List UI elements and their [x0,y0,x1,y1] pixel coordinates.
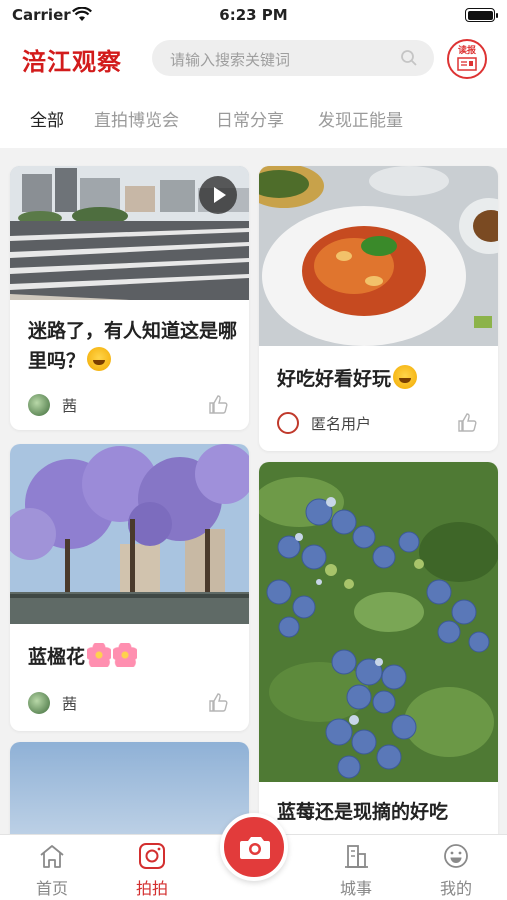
card-title: 好吃好看好玩 [277,364,418,394]
jacaranda-photo [10,444,249,624]
tab-home[interactable]: 首页 [12,843,92,899]
avatar [28,692,50,714]
feed-card[interactable] [10,742,249,834]
feed-grid: 迷路了，有人知道这是哪里吗？ 茜 蓝楹花 茜 好吃好看好玩 匿名用户 蓝莓还是现… [0,148,507,834]
camera-icon [240,837,270,859]
author-name: 茜 [62,396,78,415]
anonymous-avatar [277,412,299,434]
thumbs-up-icon[interactable] [456,412,478,434]
search-icon [401,50,417,66]
play-icon[interactable] [199,176,237,214]
status-bar: Carrier 6:23 PM [0,0,507,30]
search-placeholder: 请输入搜索关键词 [170,51,291,69]
author: 茜 [28,692,77,714]
card-title: 蓝莓还是现摘的好吃 [277,801,449,823]
camera-capture-button[interactable] [220,813,288,881]
app-logo: 涪江观察 [22,47,122,76]
battery-icon [465,8,498,22]
author-name: 茜 [62,694,78,713]
sky-photo [10,742,249,834]
card-title: 蓝楹花 [28,642,138,672]
building-icon [345,845,368,868]
grin-emoji-icon [87,347,112,371]
card-title: 迷路了，有人知道这是哪里吗？ [28,320,238,372]
feed-card[interactable]: 蓝楹花 茜 [10,444,249,731]
thumbs-up-icon[interactable] [207,692,229,714]
feed-card[interactable]: 迷路了，有人知道这是哪里吗？ 茜 [10,166,249,430]
tab-expo[interactable]: 直拍博览会 [94,106,179,131]
tab-me-label: 我的 [439,879,472,898]
top-bar: 涪江观察 请输入搜索关键词 读报 [0,30,507,86]
clock: 6:23 PM [219,6,288,24]
tab-daily[interactable]: 日常分享 [216,106,284,131]
instagram-camera-icon [139,843,165,869]
bottom-tab-bar: 首页 拍拍 城事 我的 [0,813,507,900]
food-photo [259,166,498,346]
tab-city-label: 城事 [339,879,372,898]
author: 茜 [28,394,77,416]
smiley-profile-icon [444,844,468,868]
home-icon [40,845,64,868]
thumbs-up-icon[interactable] [207,394,229,416]
read-paper-label: 读报 [457,46,476,56]
tab-paipai[interactable]: 拍拍 [112,843,192,899]
flower-emoji-icon [113,643,138,667]
read-paper-button[interactable]: 读报 [447,39,487,79]
tab-me[interactable]: 我的 [416,843,496,899]
tab-positive[interactable]: 发现正能量 [318,106,403,131]
feed-card[interactable]: 蓝莓还是现摘的好吃 [259,462,498,834]
feed-card[interactable]: 好吃好看好玩 匿名用户 [259,166,498,451]
tab-home-label: 首页 [35,879,68,898]
category-tabs: 全部 直拍博览会 日常分享 发现正能量 [0,86,507,148]
flower-emoji-icon [87,643,112,667]
tab-paipai-label: 拍拍 [135,879,168,898]
author: 匿名用户 [277,412,371,434]
grin-emoji-icon [393,365,418,389]
tab-city[interactable]: 城事 [316,843,396,899]
tab-all[interactable]: 全部 [30,106,64,131]
newspaper-icon [457,57,477,71]
blueberry-photo [259,462,498,782]
author-name: 匿名用户 [311,414,372,433]
avatar [28,394,50,416]
search-input[interactable]: 请输入搜索关键词 [152,40,434,76]
